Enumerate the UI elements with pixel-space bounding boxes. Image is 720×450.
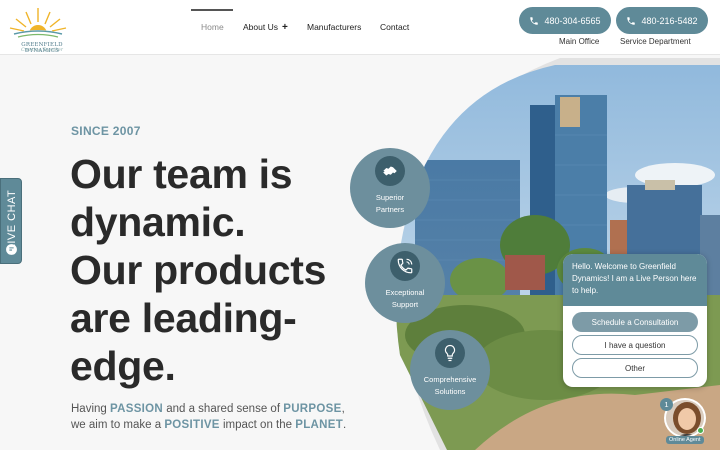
nav-home[interactable]: Home bbox=[201, 22, 224, 32]
tagline-text: and a shared sense of bbox=[163, 403, 284, 415]
hero-tagline: Having PASSION and a shared sense of PUR… bbox=[71, 401, 361, 433]
feature-label: Comprehensive Solutions bbox=[424, 374, 477, 398]
feature-exceptional-support[interactable]: Exceptional Support bbox=[365, 243, 445, 323]
brand-tagline: Creating Together bbox=[21, 48, 63, 53]
headline-line: Our products bbox=[70, 247, 327, 293]
feature-superior-partners[interactable]: Superior Partners bbox=[350, 148, 430, 228]
tagline-text: Having bbox=[71, 403, 110, 415]
unread-count-badge: 1 bbox=[660, 398, 673, 411]
nav-manufacturers[interactable]: Manufacturers bbox=[307, 22, 361, 32]
tagline-text: impact on the bbox=[219, 419, 296, 431]
feature-label: Exceptional Support bbox=[386, 287, 425, 311]
hero-headline: Our team is dynamic. Our products are le… bbox=[70, 150, 370, 390]
live-chat-tab[interactable]: LIVE CHAT bbox=[0, 178, 22, 264]
feature-label-line: Partners bbox=[375, 205, 405, 214]
feature-label-line: Solutions bbox=[434, 387, 466, 396]
feature-label-line: Exceptional bbox=[385, 288, 425, 297]
other-button[interactable]: Other bbox=[572, 358, 698, 378]
headline-line: are leading- bbox=[70, 295, 297, 341]
schedule-consultation-button[interactable]: Schedule a Consultation bbox=[572, 312, 698, 332]
headline-line: Our team is bbox=[70, 151, 293, 197]
nav-contact[interactable]: Contact bbox=[380, 22, 409, 32]
service-phone-button[interactable]: 480-216-5482 bbox=[616, 7, 708, 34]
tagline-keyword: POSITIVE bbox=[164, 419, 220, 431]
feature-label-line: Comprehensive bbox=[423, 375, 477, 384]
main-office-phone-button[interactable]: 480-304-6565 bbox=[519, 7, 611, 34]
main-office-label: Main Office bbox=[559, 37, 600, 46]
service-phone: 480-216-5482 bbox=[641, 15, 698, 26]
chat-welcome-message: Hello. Welcome to Greenfield Dynamics! I… bbox=[563, 254, 707, 306]
feature-label-line: Superior bbox=[375, 193, 405, 202]
feature-comprehensive-solutions[interactable]: Comprehensive Solutions bbox=[410, 330, 490, 410]
tagline-text: . bbox=[343, 419, 347, 431]
brand-logo[interactable]: GREENFIELD DYNAMICS Creating Together bbox=[4, 4, 72, 54]
service-department-label: Service Department bbox=[620, 37, 691, 46]
headline-line: edge. bbox=[70, 343, 176, 389]
since-label: SINCE 2007 bbox=[71, 124, 141, 138]
main-office-phone: 480-304-6565 bbox=[544, 15, 601, 26]
lightbulb-icon bbox=[435, 338, 465, 368]
chat-widget: Hello. Welcome to Greenfield Dynamics! I… bbox=[563, 254, 707, 387]
plus-icon: + bbox=[281, 22, 288, 33]
have-question-button[interactable]: I have a question bbox=[572, 335, 698, 355]
headline-line: dynamic. bbox=[70, 199, 246, 245]
nav-about-us-label: About Us bbox=[243, 22, 278, 32]
feature-label-line: Support bbox=[391, 300, 419, 309]
phone-icon bbox=[627, 16, 636, 25]
tagline-keyword: PASSION bbox=[110, 403, 164, 415]
nav-active-indicator bbox=[191, 9, 233, 11]
tagline-keyword: PURPOSE bbox=[283, 403, 342, 415]
sunrise-logo-icon bbox=[9, 8, 67, 43]
phone-icon bbox=[530, 16, 539, 25]
tagline-keyword: PLANET bbox=[295, 419, 344, 431]
feature-label: Superior Partners bbox=[376, 192, 404, 216]
phone-icon bbox=[390, 251, 420, 281]
chat-bubble-icon bbox=[6, 244, 17, 255]
agent-status-label: Online Agent bbox=[666, 436, 704, 444]
online-status-dot bbox=[697, 427, 704, 434]
handshake-icon bbox=[375, 156, 405, 186]
nav-about-us[interactable]: About Us + bbox=[243, 22, 288, 33]
site-header: GREENFIELD DYNAMICS Creating Together Ho… bbox=[0, 0, 720, 55]
